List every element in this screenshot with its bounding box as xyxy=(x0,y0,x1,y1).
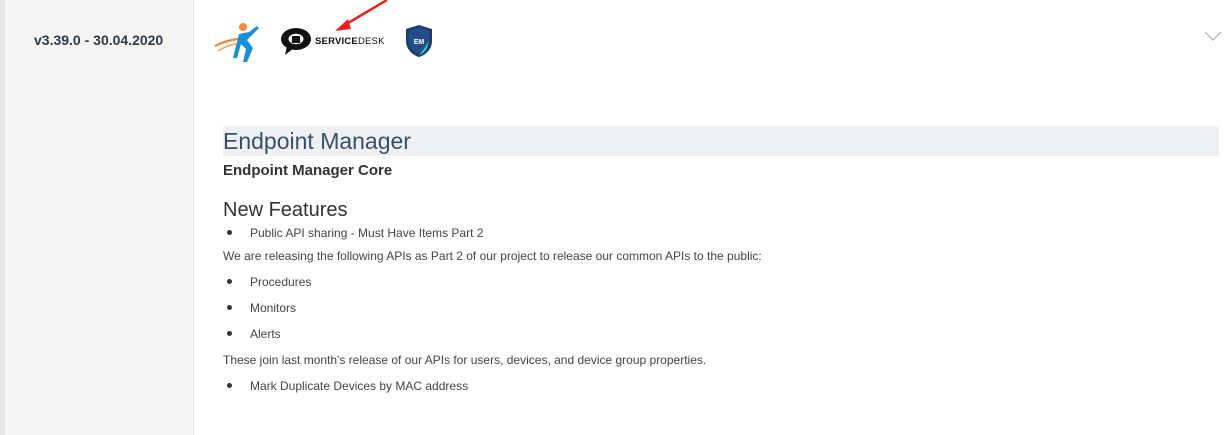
release-notes: Endpoint Manager Endpoint Manager Core N… xyxy=(223,126,1219,399)
bullet-icon xyxy=(227,230,232,236)
product-logos: SERVICEDESK EM xyxy=(213,18,433,64)
list-item: Public API sharing - Must Have Items Par… xyxy=(223,223,1219,243)
version-column: v3.39.0 - 30.04.2020 xyxy=(5,0,194,435)
paragraph: These join last month's release of our A… xyxy=(223,353,707,367)
chevron-down-icon[interactable] xyxy=(1204,30,1222,42)
version-label: v3.39.0 - 30.04.2020 xyxy=(34,32,164,48)
runner-logo-icon xyxy=(214,23,259,62)
list-item: Procedures xyxy=(223,269,1219,295)
bullet-icon xyxy=(227,383,232,389)
bullet-icon xyxy=(227,279,232,285)
product-title: Endpoint Manager xyxy=(223,126,1219,156)
section-heading: New Features xyxy=(223,199,348,221)
red-arrow-icon xyxy=(335,0,388,31)
em-shield-text: EM xyxy=(413,39,424,46)
bullet-icon xyxy=(227,305,232,311)
servicedesk-logo-text: SERVICEDESK xyxy=(315,35,385,47)
servicedesk-logo-icon xyxy=(281,28,311,55)
module-subtitle: Endpoint Manager Core xyxy=(223,162,393,179)
list-item: Mark Duplicate Devices by MAC address xyxy=(223,373,1219,399)
paragraph: We are releasing the following APIs as P… xyxy=(223,249,762,263)
bullet-icon xyxy=(227,331,232,337)
list-item: Alerts xyxy=(223,321,1219,347)
em-shield-icon: EM xyxy=(405,25,432,57)
list-item: Monitors xyxy=(223,295,1219,321)
